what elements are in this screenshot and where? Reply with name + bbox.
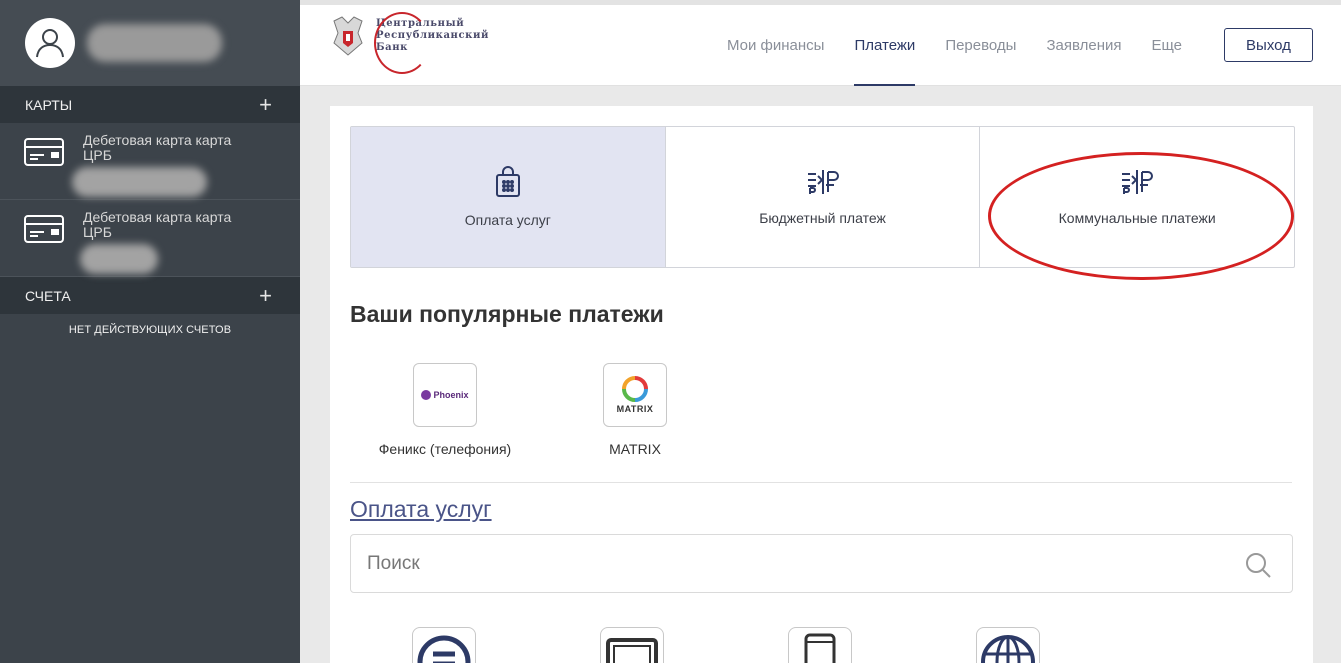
no-accounts-message: НЕТ ДЕЙСТВУЮЩИХ СЧЕТОВ (68, 324, 232, 336)
service-category-tile[interactable] (788, 627, 852, 663)
mobile-phone-icon (804, 633, 836, 663)
list-icon (417, 635, 471, 663)
nav-more[interactable]: Еще (1152, 5, 1183, 86)
bank-logo[interactable]: Центральный Республиканский Банк (328, 12, 489, 74)
payments-panel: Оплата услуг Бюджетный платеж Коммунальн… (330, 106, 1313, 663)
credit-card-icon (24, 215, 64, 243)
popular-item-phoenix[interactable]: Phoenix Феникс (телефония) (350, 363, 540, 457)
service-payment-link[interactable]: Оплата услуг (350, 496, 492, 523)
accounts-header-label: СЧЕТА (25, 287, 71, 304)
bank-name: Центральный Республиканский Банк (374, 12, 489, 74)
transfer-ruble-icon (807, 170, 839, 194)
nav-applications[interactable]: Заявления (1046, 5, 1121, 86)
tile-service-payment[interactable]: Оплата услуг (351, 127, 666, 267)
user-name-redacted (87, 24, 222, 62)
service-category-tile[interactable] (412, 627, 476, 663)
card-number-redacted (80, 244, 158, 274)
phoenix-logo-text: Phoenix (433, 390, 469, 400)
service-category-icons (412, 627, 1164, 663)
search-box (350, 534, 1293, 593)
nav-my-finances[interactable]: Мои финансы (727, 5, 824, 86)
profile-block (0, 0, 300, 86)
coat-of-arms-icon (333, 16, 363, 56)
popular-item-matrix[interactable]: MATRIX MATRIX (540, 363, 730, 457)
top-bar: Центральный Республиканский Банк Мои фин… (300, 0, 1341, 86)
divider (350, 482, 1292, 483)
phoenix-dot-icon (421, 390, 432, 400)
popular-item-label: MATRIX (609, 441, 661, 457)
user-avatar-icon[interactable] (25, 18, 75, 68)
card-number-redacted (72, 167, 207, 197)
search-input[interactable] (367, 552, 1227, 575)
accounts-section-header: СЧЕТА + (0, 277, 300, 314)
search-icon[interactable] (1244, 551, 1272, 579)
matrix-logo-icon: MATRIX (603, 363, 667, 427)
popular-payments-list: Phoenix Феникс (телефония) MATRIX MATRIX (350, 363, 730, 457)
service-category-tile[interactable] (976, 627, 1040, 663)
tile-utility-payments[interactable]: Коммунальные платежи (980, 127, 1294, 267)
main-nav: Мои финансы Платежи Переводы Заявления Е… (727, 5, 1212, 86)
transfer-ruble-icon (1122, 170, 1154, 194)
phoenix-logo: Phoenix (421, 390, 469, 400)
service-category-tile[interactable] (600, 627, 664, 663)
globe-icon (981, 635, 1035, 663)
card-list-item[interactable]: Дебетовая карта карта ЦРБ (0, 200, 300, 277)
matrix-logo-text: MATRIX (616, 404, 654, 414)
logout-button[interactable]: Выход (1224, 28, 1313, 62)
nav-payments[interactable]: Платежи (854, 5, 915, 86)
nav-transfers[interactable]: Переводы (945, 5, 1016, 86)
phoenix-logo-icon: Phoenix (413, 363, 477, 427)
cards-header-label: КАРТЫ (25, 96, 73, 113)
popular-payments-title: Ваши популярные платежи (350, 301, 664, 327)
matrix-swirl-icon (622, 376, 648, 402)
credit-card-icon (24, 138, 64, 166)
tv-icon (606, 638, 658, 663)
tile-label: Бюджетный платеж (759, 210, 886, 226)
cards-section-header: КАРТЫ + (0, 86, 300, 123)
card-list-item[interactable]: Дебетовая карта карта ЦРБ (0, 123, 300, 200)
add-card-icon[interactable]: + (259, 93, 272, 116)
tile-label: Коммунальные платежи (1058, 210, 1216, 226)
sidebar: КАРТЫ + Дебетовая карта карта ЦРБ Дебето… (0, 0, 300, 663)
logo-ring (374, 12, 430, 74)
payment-type-tiles: Оплата услуг Бюджетный платеж Коммунальн… (350, 126, 1295, 268)
tile-label: Оплата услуг (464, 212, 551, 228)
popular-item-label: Феникс (телефония) (378, 441, 512, 457)
tile-budget-payment[interactable]: Бюджетный платеж (666, 127, 981, 267)
add-account-icon[interactable]: + (259, 284, 272, 307)
shopping-bag-icon (495, 166, 520, 197)
